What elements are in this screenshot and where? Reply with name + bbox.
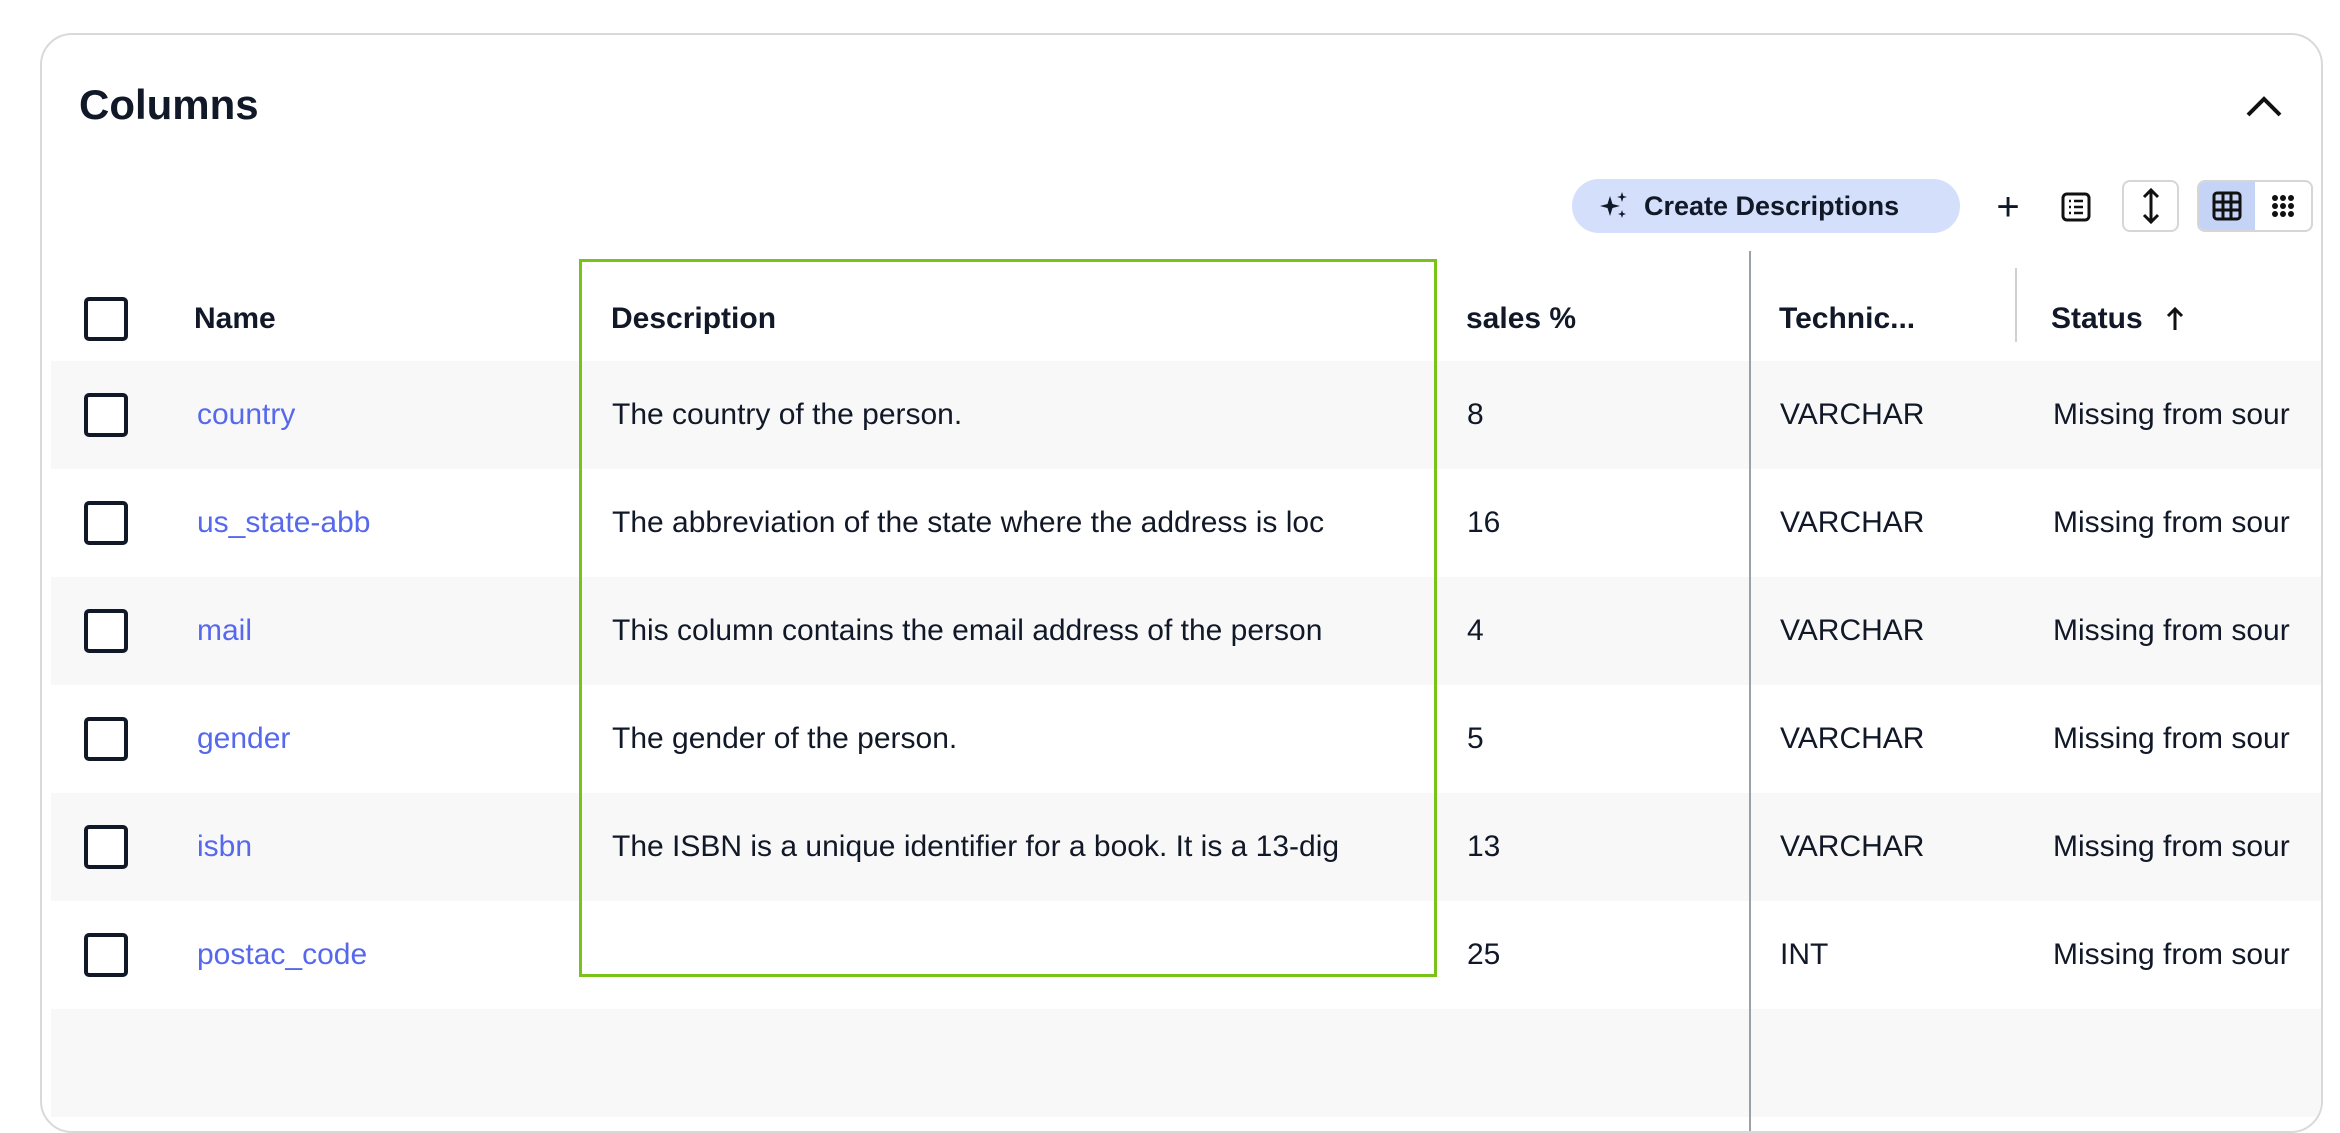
description-cell[interactable]: The abbreviation of the state where the … bbox=[612, 469, 1410, 577]
create-descriptions-button[interactable]: Create Descriptions bbox=[1572, 179, 1960, 233]
header-status[interactable]: Status bbox=[2051, 265, 2185, 373]
column-name-link[interactable]: country bbox=[197, 398, 295, 432]
technical-type-cell: VARCHAR bbox=[1780, 398, 1925, 431]
status-cell: Missing from sour bbox=[2053, 722, 2290, 755]
table-row: isbn The ISBN is a unique identifier for … bbox=[51, 793, 2321, 901]
header-sales[interactable]: sales % bbox=[1466, 265, 1576, 373]
dots-grid-icon bbox=[2272, 195, 2294, 217]
add-column-plus-icon[interactable]: + bbox=[1986, 185, 2030, 229]
compact-view-button[interactable] bbox=[2255, 182, 2311, 230]
column-name-link[interactable]: us_state-abb bbox=[197, 506, 370, 540]
table-header-row: Name Description sales % Technic... Stat… bbox=[51, 265, 2321, 373]
row-checkbox[interactable] bbox=[84, 393, 128, 437]
status-cell: Missing from sour bbox=[2053, 506, 2290, 539]
status-cell: Missing from sour bbox=[2053, 398, 2290, 431]
create-descriptions-label: Create Descriptions bbox=[1644, 190, 1900, 221]
sort-ascending-arrow-icon bbox=[2166, 306, 2183, 330]
table-row: country The country of the person. 8 VARCHA… bbox=[51, 361, 2321, 469]
view-toggle bbox=[2197, 180, 2313, 232]
description-cell[interactable]: The ISBN is a unique identifier for a bo… bbox=[612, 793, 1410, 901]
vertical-arrows-icon bbox=[2142, 187, 2159, 225]
table-row: postac_code 25 INT Missing from sour bbox=[51, 901, 2321, 1009]
technical-type-cell: VARCHAR bbox=[1780, 614, 1925, 647]
description-cell[interactable]: The country of the person. bbox=[612, 361, 1410, 469]
column-name-link[interactable]: postac_code bbox=[197, 938, 367, 972]
column-name-link[interactable]: isbn bbox=[197, 830, 252, 864]
column-name-link[interactable]: mail bbox=[197, 614, 252, 648]
list-icon[interactable] bbox=[2054, 185, 2098, 229]
row-height-toggle-button[interactable] bbox=[2122, 180, 2179, 232]
section-title: Columns bbox=[79, 81, 259, 128]
header-description[interactable]: Description bbox=[611, 265, 971, 373]
sparkle-icon bbox=[1600, 192, 1627, 218]
grid-view-button[interactable] bbox=[2199, 182, 2255, 230]
sales-cell: 4 bbox=[1467, 614, 1484, 647]
table-row: gender The gender of the person. 5 VARCHAR M… bbox=[51, 685, 2321, 793]
status-cell: Missing from sour bbox=[2053, 830, 2290, 863]
sales-cell: 25 bbox=[1467, 938, 1501, 971]
sales-cell: 8 bbox=[1467, 398, 1484, 431]
table-row bbox=[51, 1009, 2321, 1117]
row-checkbox[interactable] bbox=[84, 825, 128, 869]
description-cell[interactable] bbox=[612, 901, 1410, 1009]
description-cell[interactable]: The gender of the person. bbox=[612, 685, 1410, 793]
pinned-column-divider bbox=[1749, 251, 1751, 1131]
sales-cell: 5 bbox=[1467, 722, 1484, 755]
header-technical[interactable]: Technic... bbox=[1779, 265, 1915, 373]
status-cell: Missing from sour bbox=[2053, 614, 2290, 647]
row-checkbox[interactable] bbox=[84, 501, 128, 545]
status-cell: Missing from sour bbox=[2053, 938, 2290, 971]
header-name[interactable]: Name bbox=[194, 265, 276, 373]
row-checkbox[interactable] bbox=[84, 717, 128, 761]
grid-icon bbox=[2212, 191, 2242, 221]
collapse-chevron-up-icon[interactable] bbox=[2242, 87, 2286, 127]
column-name-link[interactable]: gender bbox=[197, 722, 290, 756]
table-row: us_state-abb The abbreviation of the stat… bbox=[51, 469, 2321, 577]
select-all-checkbox[interactable] bbox=[84, 297, 128, 341]
table-row: mail This column contains the email addre… bbox=[51, 577, 2321, 685]
column-resize-handle[interactable] bbox=[2015, 268, 2017, 342]
sales-cell: 16 bbox=[1467, 506, 1501, 539]
technical-type-cell: INT bbox=[1780, 938, 1829, 971]
technical-type-cell: VARCHAR bbox=[1780, 506, 1925, 539]
columns-panel: Columns Create Descriptions + Name Descr… bbox=[40, 33, 2323, 1133]
sales-cell: 13 bbox=[1467, 830, 1501, 863]
row-checkbox[interactable] bbox=[84, 609, 128, 653]
header-status-label: Status bbox=[2051, 302, 2143, 335]
technical-type-cell: VARCHAR bbox=[1780, 722, 1925, 755]
row-checkbox[interactable] bbox=[84, 933, 128, 977]
description-cell[interactable]: This column contains the email address o… bbox=[612, 577, 1410, 685]
technical-type-cell: VARCHAR bbox=[1780, 830, 1925, 863]
